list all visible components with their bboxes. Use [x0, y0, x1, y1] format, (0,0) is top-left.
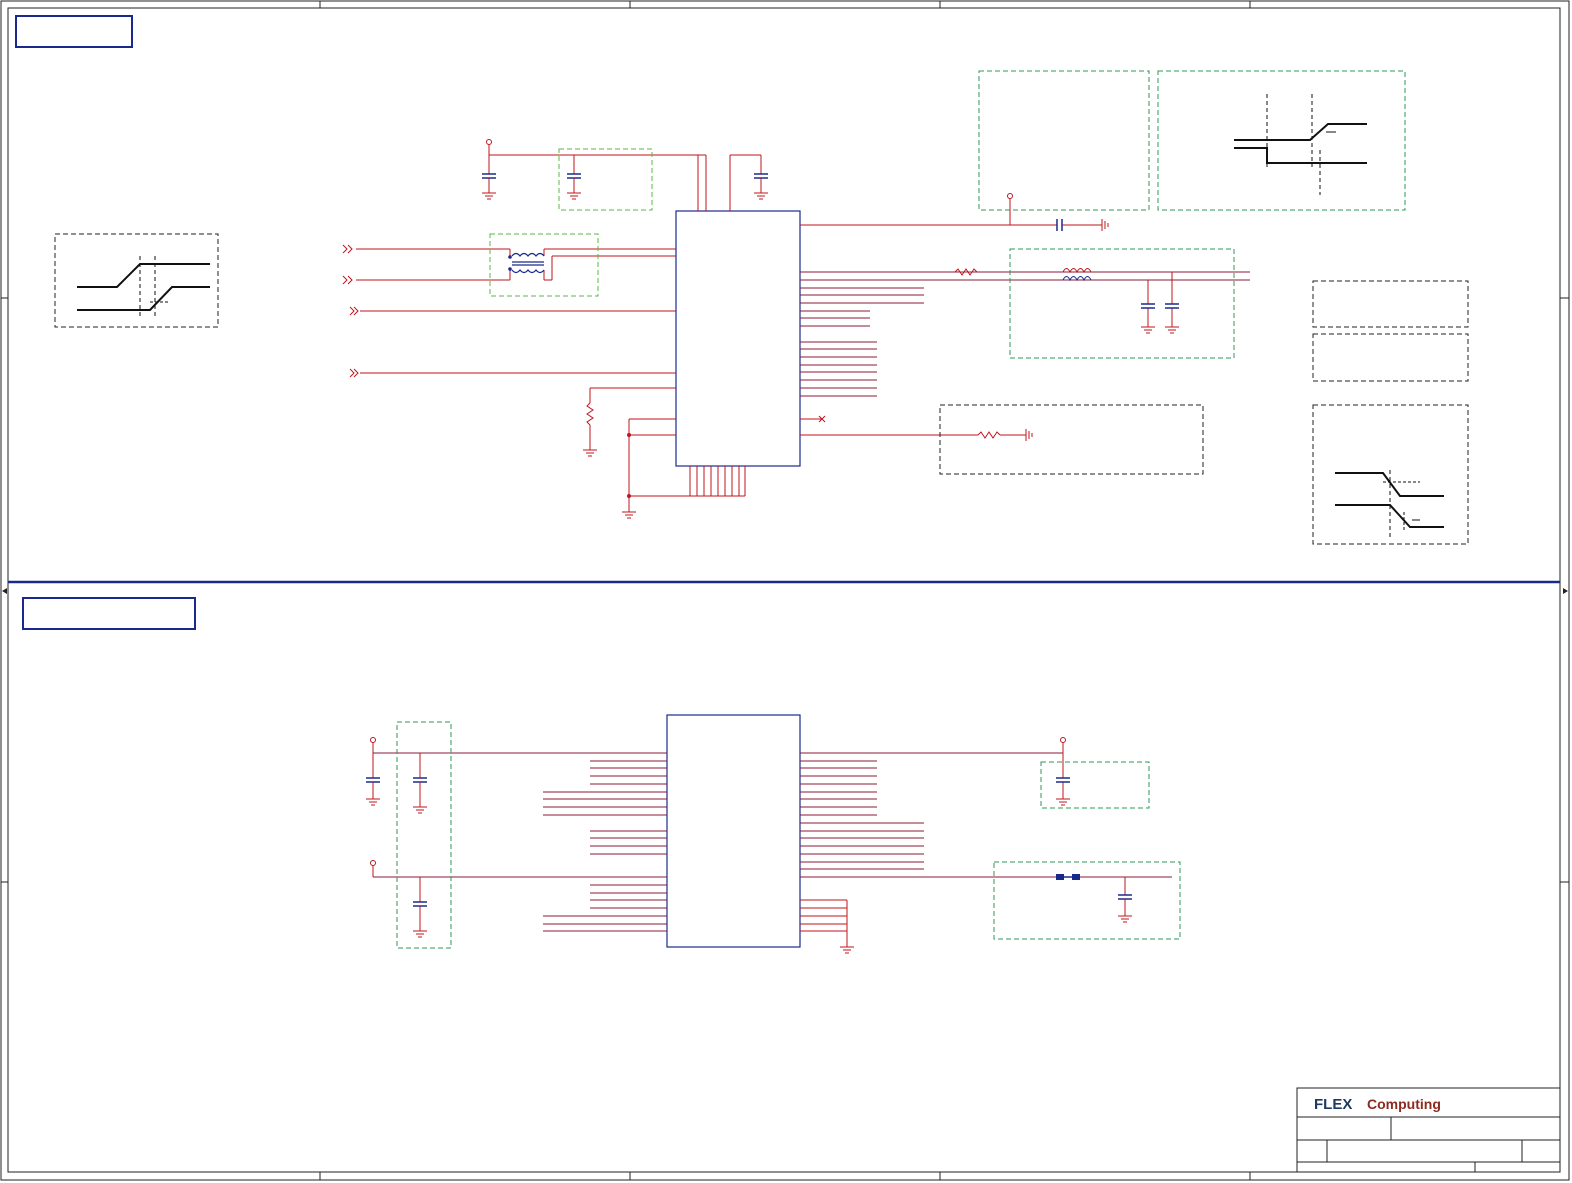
- power-decoupling-top: [486, 139, 762, 211]
- top-section-title-box: [15, 15, 133, 48]
- note-box-top-middle: [978, 70, 1150, 211]
- filter-capacitors: [1141, 303, 1179, 309]
- series-capacitor: [1056, 219, 1063, 231]
- ground-net-left: [622, 418, 745, 519]
- cap-bottom-right: [1056, 777, 1070, 783]
- timing-diagram-top-right: [1157, 70, 1406, 211]
- divider-arrow-right: [1563, 588, 1568, 594]
- power-rails-bottom-left: [370, 737, 667, 902]
- divider-arrow-left: [2, 588, 7, 594]
- logo-brand: FLEX: [1314, 1096, 1352, 1113]
- filter-network: [954, 268, 1179, 334]
- termination-resistor: [800, 429, 1033, 441]
- ground-pins-bottom-right: [800, 899, 854, 954]
- logo-suffix: Computing: [1367, 1096, 1441, 1112]
- decoupling-group-box: [558, 148, 653, 211]
- ic-left-pins-bottom: [543, 760, 667, 932]
- decoupling-group-box-bottom: [396, 721, 452, 949]
- note-box-right-2: [1312, 333, 1469, 382]
- bottom-section-title-box: [22, 597, 196, 630]
- ground-symbols-top: [482, 178, 768, 200]
- timing-diagram-left: [54, 233, 219, 328]
- cap-group-box-bottom-right: [1040, 761, 1150, 809]
- note-box-right-1: [1312, 280, 1469, 328]
- decoupling-capacitors-top: [482, 173, 768, 179]
- termination-group-box: [939, 404, 1204, 475]
- ic-right-pins-top: [800, 271, 1250, 397]
- no-connect-pin: [800, 415, 826, 423]
- input-ports-top: [342, 244, 676, 378]
- ic-bottom-pins: [689, 466, 746, 496]
- schematic-sheet: FLEX Computing: [0, 0, 1570, 1181]
- main-ic-top: [675, 210, 801, 467]
- ferrite-bead-filter: [1056, 874, 1132, 923]
- main-ic-bottom: [666, 714, 801, 948]
- sheet-frame: [0, 0, 1570, 1181]
- filter-group-box: [1009, 248, 1235, 359]
- ic-right-pins-bottom: [800, 752, 1172, 878]
- common-mode-choke: [508, 252, 545, 274]
- ferrite-group-box: [993, 861, 1181, 940]
- timing-diagram-right: [1312, 404, 1469, 545]
- power-cap-bottom-right: [1056, 737, 1070, 806]
